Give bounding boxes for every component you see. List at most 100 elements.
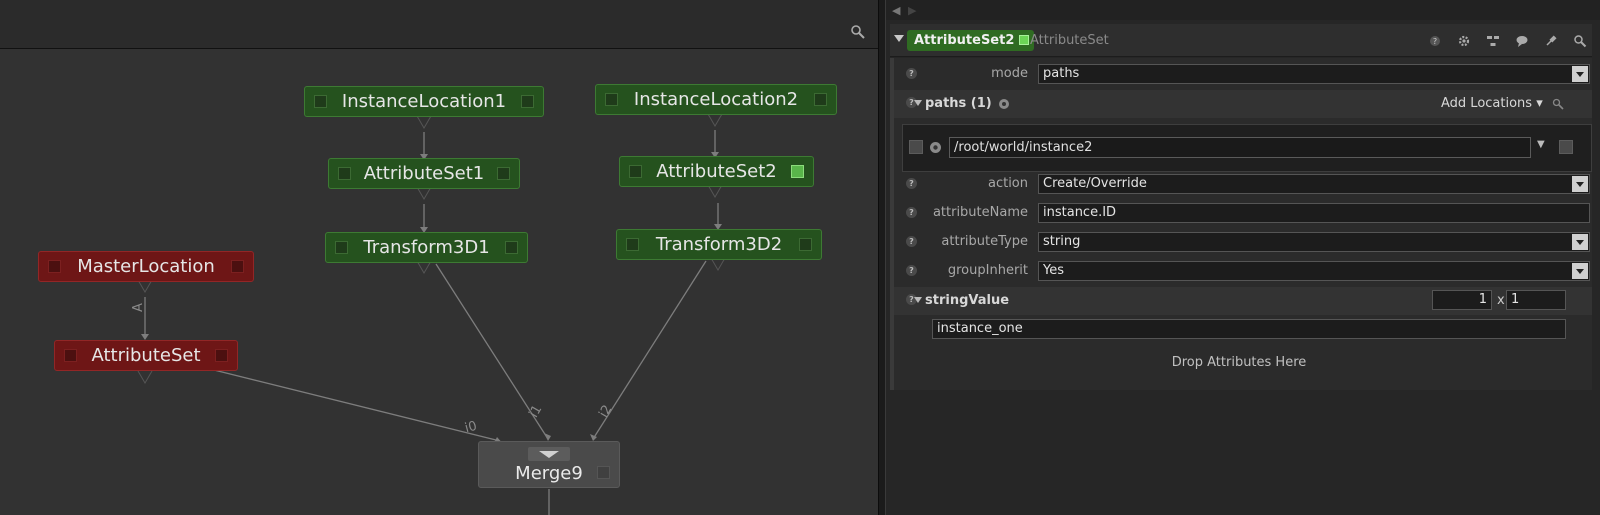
close-icon[interactable]: [1559, 140, 1573, 154]
dropdown-value: string: [1043, 234, 1081, 249]
add-locations-button[interactable]: Add Locations ▾: [1441, 96, 1543, 111]
node-bypass-toggle[interactable]: [48, 260, 61, 273]
node-bypass-toggle[interactable]: [314, 95, 327, 108]
collapse-arrow-icon[interactable]: [894, 35, 904, 42]
node-label: InstanceLocation1: [341, 91, 507, 112]
help-icon[interactable]: ?: [1428, 34, 1442, 48]
param-label: attributeName: [932, 205, 1028, 220]
node-view-flag[interactable]: [497, 167, 510, 180]
merge-input-triangle[interactable]: [528, 447, 570, 461]
group-inherit-dropdown[interactable]: Yes: [1038, 261, 1590, 281]
panel-splitter[interactable]: [878, 0, 886, 515]
node-label: AttributeSet1: [363, 163, 485, 184]
dropdown-value: paths: [1043, 66, 1080, 81]
node-view-flag[interactable]: [505, 241, 518, 254]
param-label: action: [987, 176, 1028, 191]
path-value: /root/world/instance2: [954, 140, 1093, 155]
dropdown-value: Yes: [1043, 263, 1064, 278]
node-view-flag[interactable]: [597, 466, 610, 479]
attribute-type-dropdown[interactable]: string: [1038, 232, 1590, 252]
node-master-location[interactable]: MasterLocation: [38, 251, 254, 282]
param-action: ? action Create/Override: [894, 171, 1592, 197]
param-mode: ? mode paths: [894, 61, 1592, 87]
chevron-down-icon[interactable]: ▼: [1537, 139, 1545, 150]
attribute-name-field[interactable]: instance.ID: [1038, 203, 1590, 223]
array-cols-field[interactable]: 1: [1506, 290, 1566, 310]
node-attribute-set-1[interactable]: AttributeSet1: [328, 158, 520, 189]
node-bypass-toggle[interactable]: [626, 238, 639, 251]
array-rows-field[interactable]: 1: [1432, 290, 1492, 310]
node-label: Transform3D2: [655, 234, 783, 255]
search-icon[interactable]: [1552, 98, 1564, 110]
node-graph[interactable]: A i0 i1 i2 InstanceLocation1 InstanceLoc…: [0, 0, 878, 515]
port-label-a: A: [130, 303, 146, 312]
node-instance-location-1[interactable]: InstanceLocation1: [304, 86, 544, 117]
node-merge[interactable]: Merge9: [478, 441, 620, 488]
node-view-flag[interactable]: [814, 93, 827, 106]
node-name: AttributeSet2: [914, 33, 1015, 48]
node-view-flag[interactable]: [231, 260, 244, 273]
node-bypass-toggle[interactable]: [335, 241, 348, 254]
help-icon[interactable]: ?: [906, 207, 917, 218]
node-label: InstanceLocation2: [633, 89, 799, 110]
param-group-inherit: ? groupInherit Yes: [894, 258, 1592, 284]
path-field[interactable]: /root/world/instance2: [949, 137, 1531, 158]
chevron-down-icon[interactable]: [1572, 234, 1588, 250]
paths-group-header[interactable]: ? paths (1) Add Locations ▾: [894, 90, 1592, 118]
node-graph-icon[interactable]: [1486, 34, 1500, 48]
comment-icon[interactable]: [1515, 34, 1529, 48]
param-label: groupInherit: [947, 263, 1028, 278]
drag-handle-icon[interactable]: [909, 140, 923, 154]
node-view-flag[interactable]: [215, 349, 228, 362]
collapse-arrow-icon[interactable]: [914, 100, 922, 106]
node-attribute-set[interactable]: AttributeSet: [54, 340, 238, 371]
node-label: AttributeSet: [91, 345, 201, 366]
field-value: instance_one: [937, 321, 1023, 336]
forward-arrow-icon[interactable]: ▶: [908, 4, 916, 17]
mode-dropdown[interactable]: paths: [1038, 64, 1590, 84]
pin-icon[interactable]: [1544, 34, 1558, 48]
node-instance-location-2[interactable]: InstanceLocation2: [595, 84, 837, 115]
node-label: Transform3D1: [363, 237, 490, 258]
node-edit-flag[interactable]: [791, 165, 804, 178]
node-bypass-toggle[interactable]: [338, 167, 351, 180]
rows-value: 1: [1478, 292, 1487, 307]
string-value-field[interactable]: instance_one: [932, 319, 1566, 339]
gear-icon[interactable]: [1457, 34, 1471, 48]
node-bypass-toggle[interactable]: [605, 93, 618, 106]
node-attribute-set-2[interactable]: AttributeSet2: [619, 156, 814, 187]
node-name-badge[interactable]: AttributeSet2: [907, 30, 1035, 51]
node-transform-3d-1[interactable]: Transform3D1: [325, 232, 528, 263]
edit-flag-icon[interactable]: [1019, 35, 1030, 45]
action-dropdown[interactable]: Create/Override: [1038, 174, 1590, 194]
chevron-down-icon[interactable]: [1572, 66, 1588, 82]
svg-text:?: ?: [1433, 37, 1437, 46]
param-label: mode: [991, 66, 1028, 81]
back-arrow-icon[interactable]: ◀: [892, 4, 900, 17]
string-value-group-header[interactable]: ? stringValue 1 x 1: [894, 287, 1592, 315]
collapse-arrow-icon[interactable]: [914, 297, 922, 303]
drop-attributes-zone[interactable]: Drop Attributes Here: [886, 355, 1592, 370]
location-link-icon[interactable]: [998, 98, 1010, 110]
node-bypass-toggle[interactable]: [64, 349, 77, 362]
array-size-separator: x: [1497, 293, 1505, 308]
help-icon[interactable]: ?: [906, 236, 917, 247]
help-icon[interactable]: ?: [906, 68, 917, 79]
search-icon[interactable]: [1573, 34, 1587, 48]
param-attribute-type: ? attributeType string: [894, 229, 1592, 255]
params-toolbar: ◀ ▶: [886, 0, 1600, 20]
help-icon[interactable]: ?: [906, 178, 917, 189]
chevron-down-icon[interactable]: [1572, 176, 1588, 192]
add-locations-label: Add Locations: [1441, 96, 1533, 111]
parameters-panel: ◀ ▶ AttributeSet2 AttributeSet ? ? mode: [886, 0, 1600, 515]
node-transform-3d-2[interactable]: Transform3D2: [616, 229, 822, 260]
node-bypass-toggle[interactable]: [629, 165, 642, 178]
dropdown-value: Create/Override: [1043, 176, 1147, 191]
node-type: AttributeSet: [1030, 33, 1109, 48]
node-view-flag[interactable]: [521, 95, 534, 108]
node-view-flag[interactable]: [799, 238, 812, 251]
chevron-down-icon[interactable]: [1572, 263, 1588, 279]
parameter-list: ? mode paths ? paths (1) Add Locations ▾: [890, 58, 1592, 390]
location-link-icon[interactable]: [929, 141, 942, 154]
help-icon[interactable]: ?: [906, 265, 917, 276]
